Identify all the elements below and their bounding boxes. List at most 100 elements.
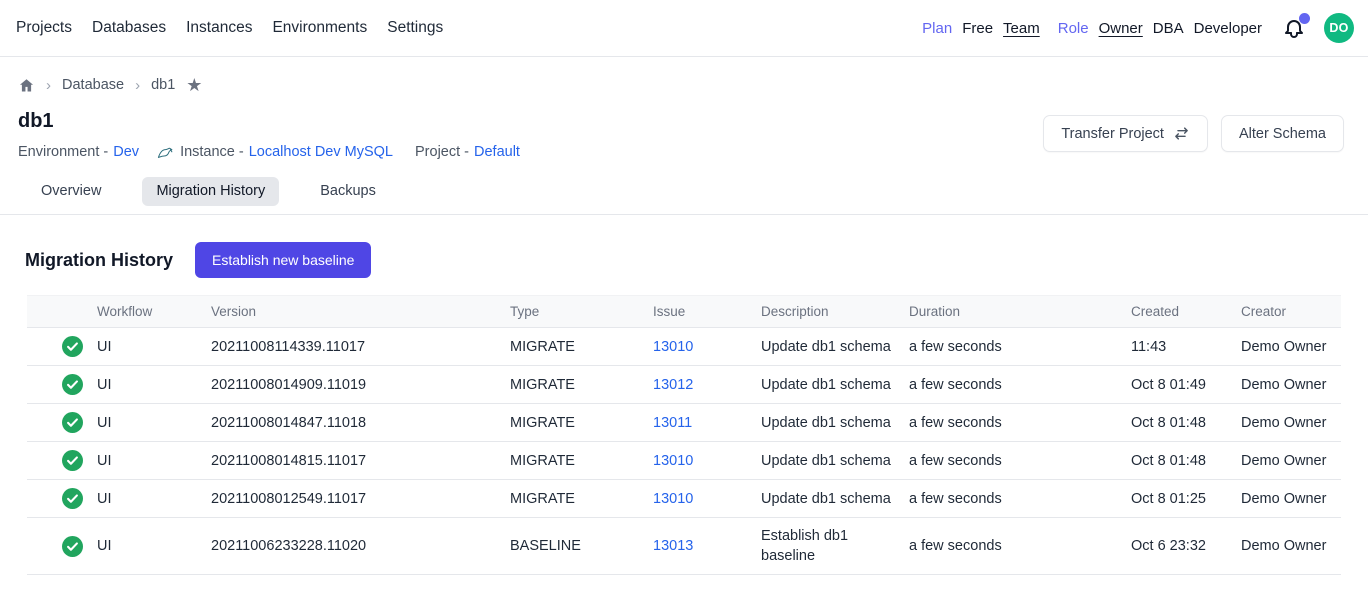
- database-tabs: Overview Migration History Backups: [0, 177, 1368, 215]
- environment-link[interactable]: Dev: [113, 144, 139, 160]
- cell-created: Oct 6 23:32: [1131, 518, 1241, 575]
- transfer-project-label: Transfer Project: [1061, 126, 1164, 142]
- chevron-right-icon: ›: [135, 77, 140, 94]
- breadcrumb-current: db1: [151, 77, 175, 93]
- cell-type: MIGRATE: [510, 328, 653, 366]
- section-title: Migration History: [25, 250, 173, 271]
- notification-dot: [1299, 13, 1310, 24]
- nav-item-projects[interactable]: Projects: [16, 19, 72, 37]
- issue-link[interactable]: 13010: [653, 491, 693, 507]
- notification-bell-button[interactable]: [1282, 16, 1306, 40]
- page-header: db1 Environment - Dev Instance - Localho…: [0, 110, 1368, 160]
- home-icon[interactable]: [18, 77, 35, 94]
- environment-label: Environment -: [18, 144, 108, 160]
- plan-team-link[interactable]: Team: [1003, 20, 1040, 37]
- cell-version: 20211008012549.11017: [211, 480, 510, 518]
- cell-version: 20211008014909.11019: [211, 366, 510, 404]
- project-link[interactable]: Default: [474, 144, 520, 160]
- instance-label: Instance -: [180, 144, 244, 160]
- migration-history-section-header: Migration History Establish new baseline: [25, 242, 1368, 278]
- alter-schema-label: Alter Schema: [1239, 126, 1326, 142]
- role-dba-link[interactable]: DBA: [1153, 20, 1184, 37]
- role-owner-link[interactable]: Owner: [1099, 20, 1143, 37]
- issue-link[interactable]: 13013: [653, 538, 693, 554]
- issue-link[interactable]: 13012: [653, 377, 693, 393]
- issue-link[interactable]: 13011: [653, 415, 692, 431]
- cell-description: Establish db1 baseline: [761, 518, 909, 575]
- cell-type: MIGRATE: [510, 480, 653, 518]
- cell-creator: Demo Owner: [1241, 480, 1341, 518]
- main-nav: Projects Databases Instances Environment…: [16, 19, 443, 37]
- table-row[interactable]: UI 20211008014847.11018 MIGRATE 13011 Up…: [27, 404, 1341, 442]
- plan-label: Plan: [922, 20, 952, 37]
- success-check-icon: [62, 374, 83, 395]
- establish-baseline-button[interactable]: Establish new baseline: [195, 242, 371, 278]
- nav-item-settings[interactable]: Settings: [387, 19, 443, 37]
- transfer-project-button[interactable]: Transfer Project: [1043, 115, 1208, 152]
- cell-workflow: UI: [97, 442, 211, 480]
- cell-type: MIGRATE: [510, 442, 653, 480]
- cell-creator: Demo Owner: [1241, 442, 1341, 480]
- cell-workflow: UI: [97, 328, 211, 366]
- success-check-icon: [62, 450, 83, 471]
- chevron-right-icon: ›: [46, 77, 51, 94]
- migration-history-table: Workflow Version Type Issue Description …: [27, 295, 1341, 575]
- success-check-icon: [62, 536, 83, 557]
- cell-duration: a few seconds: [909, 442, 1131, 480]
- nav-item-environments[interactable]: Environments: [272, 19, 367, 37]
- table-row[interactable]: UI 20211008114339.11017 MIGRATE 13010 Up…: [27, 328, 1341, 366]
- cell-type: MIGRATE: [510, 366, 653, 404]
- table-row[interactable]: UI 20211006233228.11020 BASELINE 13013 E…: [27, 518, 1341, 575]
- cell-version: 20211006233228.11020: [211, 518, 510, 575]
- cell-description: Update db1 schema: [761, 442, 909, 480]
- cell-duration: a few seconds: [909, 366, 1131, 404]
- history-table-body: UI 20211008114339.11017 MIGRATE 13010 Up…: [27, 328, 1341, 575]
- cell-description: Update db1 schema: [761, 404, 909, 442]
- cell-description: Update db1 schema: [761, 366, 909, 404]
- issue-link[interactable]: 13010: [653, 339, 693, 355]
- cell-version: 20211008114339.11017: [211, 328, 510, 366]
- cell-creator: Demo Owner: [1241, 518, 1341, 575]
- project-label: Project -: [415, 144, 469, 160]
- switch-horizontal-icon: [1173, 125, 1190, 142]
- table-row[interactable]: UI 20211008014909.11019 MIGRATE 13012 Up…: [27, 366, 1341, 404]
- favorite-star-icon[interactable]: ★: [186, 76, 202, 94]
- cell-version: 20211008014815.11017: [211, 442, 510, 480]
- cell-created: Oct 8 01:48: [1131, 442, 1241, 480]
- col-status: [27, 296, 97, 328]
- breadcrumb-database[interactable]: Database: [62, 77, 124, 93]
- tab-backups[interactable]: Backups: [306, 177, 390, 206]
- cell-type: BASELINE: [510, 518, 653, 575]
- cell-created: Oct 8 01:49: [1131, 366, 1241, 404]
- instance-link[interactable]: Localhost Dev MySQL: [249, 144, 393, 160]
- success-check-icon: [62, 336, 83, 357]
- success-check-icon: [62, 412, 83, 433]
- cell-duration: a few seconds: [909, 480, 1131, 518]
- alter-schema-button[interactable]: Alter Schema: [1221, 115, 1344, 152]
- tab-overview[interactable]: Overview: [27, 177, 115, 206]
- cell-created: Oct 8 01:48: [1131, 404, 1241, 442]
- cell-creator: Demo Owner: [1241, 404, 1341, 442]
- table-row[interactable]: UI 20211008012549.11017 MIGRATE 13010 Up…: [27, 480, 1341, 518]
- breadcrumb: › Database › db1 ★: [18, 73, 1368, 97]
- role-developer-link[interactable]: Developer: [1194, 20, 1262, 37]
- plan-value: Free: [962, 20, 993, 37]
- issue-link[interactable]: 13010: [653, 453, 693, 469]
- top-nav-bar: Projects Databases Instances Environment…: [0, 0, 1368, 57]
- tab-migration-history[interactable]: Migration History: [142, 177, 279, 206]
- nav-item-databases[interactable]: Databases: [92, 19, 166, 37]
- cell-type: MIGRATE: [510, 404, 653, 442]
- cell-duration: a few seconds: [909, 404, 1131, 442]
- avatar[interactable]: DO: [1324, 13, 1354, 43]
- table-row[interactable]: UI 20211008014815.11017 MIGRATE 13010 Up…: [27, 442, 1341, 480]
- table-header-row: Workflow Version Type Issue Description …: [27, 296, 1341, 328]
- col-creator: Creator: [1241, 296, 1341, 328]
- cell-workflow: UI: [97, 518, 211, 575]
- nav-item-instances[interactable]: Instances: [186, 19, 252, 37]
- role-label: Role: [1058, 20, 1089, 37]
- col-type: Type: [510, 296, 653, 328]
- col-workflow: Workflow: [97, 296, 211, 328]
- col-created: Created: [1131, 296, 1241, 328]
- cell-creator: Demo Owner: [1241, 366, 1341, 404]
- cell-workflow: UI: [97, 366, 211, 404]
